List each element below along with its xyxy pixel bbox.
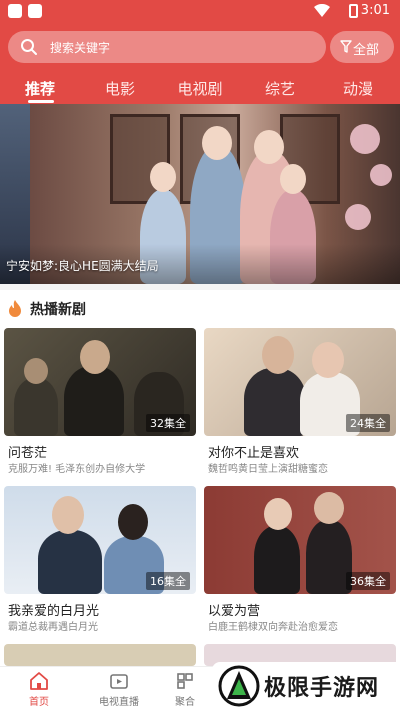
search-icon [21, 39, 37, 55]
drama-title: 问苍茫 [8, 446, 48, 461]
filter-button[interactable]: 全部 [330, 31, 394, 63]
episode-badge: 16集全 [146, 572, 190, 590]
drama-card-partial[interactable] [4, 644, 196, 666]
tab-recommend[interactable]: 推荐 [10, 78, 70, 99]
tab-variety[interactable]: 综艺 [250, 78, 310, 99]
search-input[interactable]: 搜索关键字 [8, 31, 326, 63]
nav-home-label: 首页 [29, 697, 49, 708]
watermark-text: 极限手游网 [264, 676, 380, 701]
nav-aggregate-label: 聚合 [175, 697, 195, 708]
section-title: 热播新剧 [30, 302, 86, 318]
drama-poster: 32集全 [4, 328, 196, 436]
nav-aggregate[interactable]: 聚合 [150, 671, 220, 708]
drama-grid: 32集全 问苍茫 克服万难! 毛泽东创办自修大学 24集全 对你不止是喜欢 魏哲… [0, 326, 400, 666]
drama-title: 对你不止是喜欢 [208, 446, 300, 461]
fire-icon [9, 300, 21, 317]
section-header: 热播新剧 [0, 290, 400, 326]
drama-poster: 36集全 [204, 486, 396, 594]
episode-badge: 36集全 [346, 572, 390, 590]
site-watermark: 极限手游网 [212, 662, 400, 711]
drama-title: 以爱为营 [208, 604, 261, 619]
nav-tv-live[interactable]: 电视直播 [84, 671, 154, 708]
drama-subtitle: 克服万难! 毛泽东创办自修大学 [8, 464, 146, 475]
filter-label: 全部 [353, 43, 380, 58]
app-header: 搜索关键字 全部 推荐 电影 电视剧 综艺 动漫 [0, 24, 400, 104]
drama-card[interactable]: 24集全 对你不止是喜欢 魏哲鸣黄日莹上演甜糖蜜恋 [204, 328, 396, 478]
tab-tv-series[interactable]: 电视剧 [170, 78, 230, 99]
tv-icon [110, 674, 128, 689]
battery-icon [349, 4, 358, 18]
nav-home[interactable]: 首页 [4, 671, 74, 708]
drama-card[interactable]: 32集全 问苍茫 克服万难! 毛泽东创办自修大学 [4, 328, 196, 478]
drama-title: 我亲爱的白月光 [8, 604, 100, 619]
active-tab-indicator [28, 100, 54, 103]
drama-subtitle: 霸道总裁再遇白月光 [8, 622, 98, 633]
drama-subtitle: 魏哲鸣黄日莹上演甜糖蜜恋 [208, 464, 328, 475]
drama-poster: 16集全 [4, 486, 196, 594]
search-placeholder: 搜索关键字 [50, 41, 111, 55]
banner-caption: 宁安如梦:良心HE圆满大结局 [6, 259, 159, 273]
tab-anime[interactable]: 动漫 [328, 78, 388, 99]
filter-icon [340, 40, 352, 53]
drama-poster: 24集全 [204, 328, 396, 436]
status-bar: 3:01 [0, 0, 400, 24]
drama-poster [4, 644, 196, 666]
nav-tv-live-label: 电视直播 [99, 697, 139, 708]
notification-icon [28, 4, 42, 18]
episode-badge: 32集全 [146, 414, 190, 432]
drama-subtitle: 白鹿王鹤棣双向奔赴治愈爱恋 [208, 622, 338, 633]
status-time: 3:01 [360, 3, 390, 18]
wifi-icon [314, 4, 330, 17]
episode-badge: 24集全 [346, 414, 390, 432]
home-icon [30, 672, 48, 690]
category-tabs: 推荐 电影 电视剧 综艺 动漫 [0, 74, 400, 104]
aggregate-icon [177, 673, 193, 689]
tab-movies[interactable]: 电影 [90, 78, 150, 99]
notification-icon [8, 4, 22, 18]
watermark-logo-icon [218, 665, 260, 707]
drama-card[interactable]: 16集全 我亲爱的白月光 霸道总裁再遇白月光 [4, 486, 196, 636]
banner-carousel[interactable]: 宁安如梦:良心HE圆满大结局 [0, 104, 400, 284]
drama-card[interactable]: 36集全 以爱为营 白鹿王鹤棣双向奔赴治愈爱恋 [204, 486, 396, 636]
